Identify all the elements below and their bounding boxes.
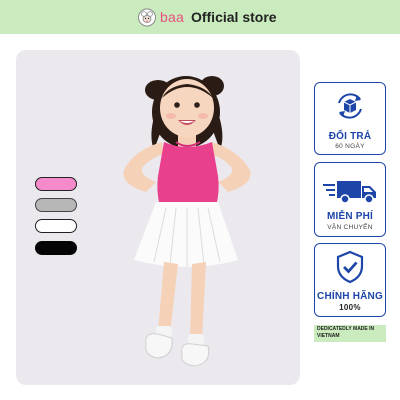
box-return-icon (338, 93, 362, 119)
color-swatch-pink[interactable] (35, 177, 77, 191)
badge-subtitle: 60 NGÀY (335, 143, 365, 150)
badge-return-policy: ĐỔI TRẢ 60 NGÀY (314, 82, 386, 155)
badge-title: CHÍNH HÃNG (317, 291, 383, 302)
brand[interactable]: baa Official store (137, 7, 277, 27)
badge-title: ĐỔI TRẢ (328, 131, 372, 142)
color-swatch-gray[interactable] (35, 198, 77, 212)
product-photo[interactable] (16, 50, 300, 385)
delivery-truck-icon (323, 181, 376, 204)
made-in-vietnam-label: DEDICATEDLY MADE IN VIETNAM (314, 325, 386, 342)
color-swatch-white[interactable] (35, 219, 77, 233)
badge-subtitle: 100% (339, 303, 361, 312)
badge-authentic: CHÍNH HÃNG 100% (314, 243, 386, 317)
store-label: Official store (190, 9, 277, 25)
badge-title: MIỄN PHÍ (326, 211, 374, 222)
shield-check-icon (336, 250, 364, 284)
header-bar: baa Official store (0, 0, 400, 34)
color-swatch-black[interactable] (35, 241, 77, 255)
child-model-illustration (123, 76, 251, 367)
brand-name: baa (160, 9, 184, 25)
badge-free-shipping: MIỄN PHÍ VẬN CHUYỂN (314, 162, 386, 237)
sheep-icon (138, 8, 156, 27)
badge-subtitle: VẬN CHUYỂN (327, 224, 373, 231)
